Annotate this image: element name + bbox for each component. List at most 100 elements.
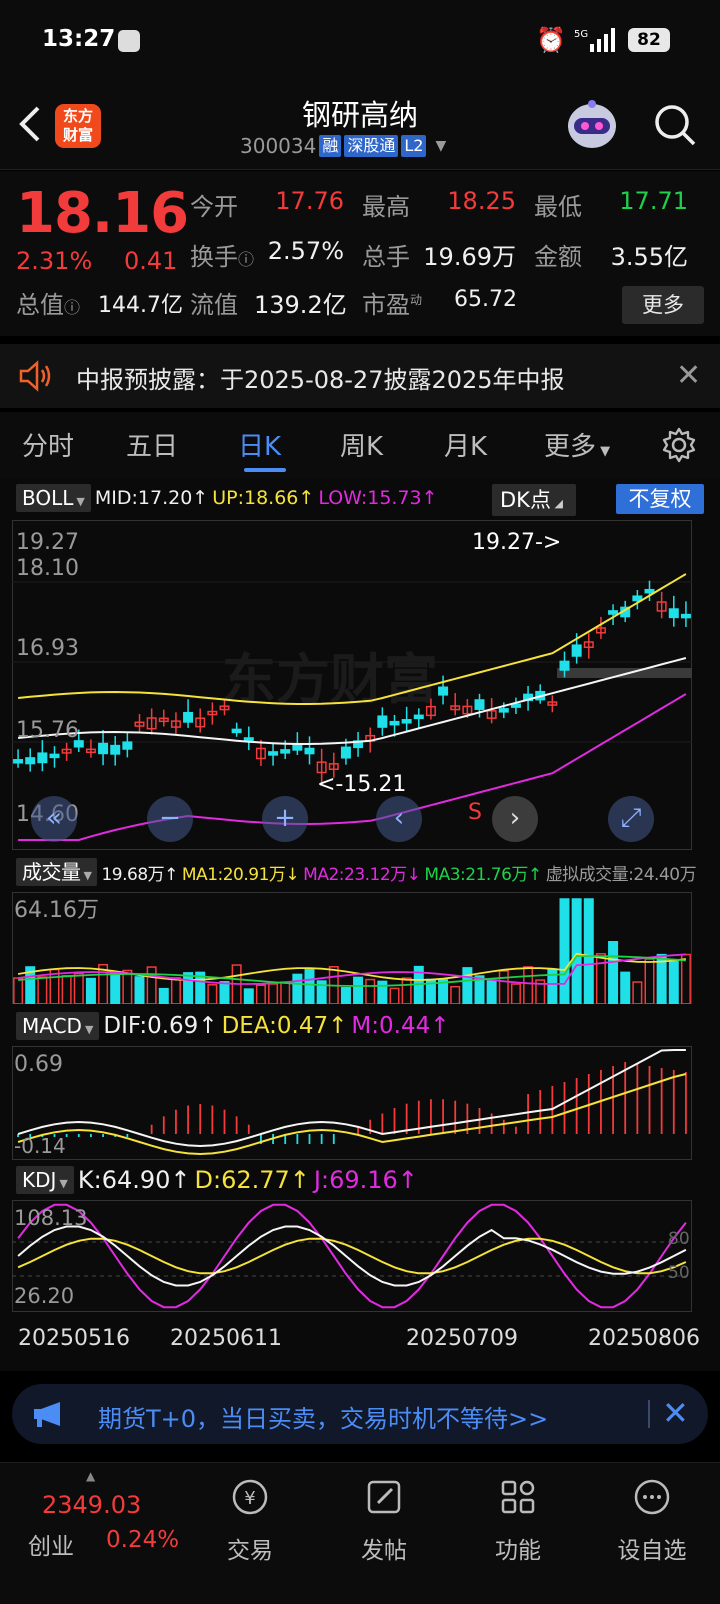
notice-bar[interactable]: 中报预披露：于2025-08-27披露2025年中报 ✕ — [0, 344, 720, 408]
price-band-marker — [557, 668, 692, 678]
volume-bar — [219, 981, 230, 1004]
dk-point-button[interactable]: DK点 ◢ — [492, 484, 576, 516]
period-tabs: 分时 五日 日K 周K 月K 更多 ▼ — [0, 412, 720, 478]
max-price-mark: 19.27-> — [472, 530, 561, 555]
volume-chart[interactable]: 64.16万 — [12, 892, 692, 1004]
kdj-y-bottom: 26.20 — [14, 1284, 74, 1308]
search-icon[interactable] — [652, 102, 698, 148]
stock-code-row[interactable]: 300034 融 深股通 L2 ▼ — [240, 134, 446, 158]
tab-intraday[interactable]: 分时 — [22, 426, 74, 463]
kdj-k: K:64.90↑ — [77, 1166, 191, 1194]
tab-more[interactable]: 更多 ▼ — [544, 426, 610, 463]
boll-indicator-select[interactable]: BOLL ▼ — [16, 484, 91, 512]
low-value: 17.71 — [619, 187, 688, 215]
open-label: 今开 — [190, 193, 238, 221]
volume-bar — [304, 967, 315, 1004]
kdj-indicator-select[interactable]: KDJ ▼ — [16, 1166, 74, 1194]
promo-banner[interactable]: 期货T+0，当日买卖，交易时机不等待>> ✕ — [12, 1384, 708, 1444]
more-quote-button[interactable]: 更多 — [622, 286, 704, 324]
nav-watchlist[interactable]: 设自选 — [602, 1477, 702, 1565]
volume-bar — [559, 898, 570, 1004]
boll-legend: BOLL ▼ MID:17.20↑ UP:18.66↑ LOW:15.73↑ — [16, 484, 438, 512]
volume-bar — [486, 980, 497, 1004]
info-icon[interactable]: ⓘ — [64, 298, 80, 317]
notice-text: 中报预披露：于2025-08-27披露2025年中报 — [76, 366, 565, 394]
mktcap-label-text: 总值 — [16, 291, 64, 319]
kdj-ref-50: 50 — [668, 1263, 690, 1283]
tab-five-day[interactable]: 五日 — [126, 426, 178, 463]
date-label-4: 20250806 — [588, 1326, 700, 1351]
network-type: 5G — [574, 29, 588, 40]
low-label: 最低 — [534, 193, 582, 221]
y-label-2: 18.10 — [16, 556, 79, 581]
eastmoney-logo[interactable]: 东方 财富 — [55, 104, 101, 148]
volume-current: 19.68万↑ — [101, 864, 178, 885]
no-adjust-button[interactable]: 不复权 — [616, 484, 704, 514]
index-change: 0.24% — [106, 1527, 180, 1553]
zoom-in-icon[interactable]: + — [262, 796, 308, 842]
fullscreen-icon[interactable]: ⤢ — [608, 796, 654, 842]
robot-assistant-icon[interactable] — [562, 96, 622, 154]
virtual-volume: 虚拟成交量:24.40万 — [545, 864, 697, 885]
candle-body — [110, 744, 121, 755]
nav-post[interactable]: 发帖 — [334, 1477, 434, 1565]
index-name[interactable]: 创业 — [28, 1527, 74, 1561]
banner-divider — [648, 1400, 650, 1428]
volume-bar — [243, 988, 254, 1004]
volume-select-label: 成交量 — [22, 860, 81, 884]
turnover-value: 2.57% — [267, 237, 344, 265]
kdj-chart[interactable]: 108.13 26.20 80 50 — [12, 1200, 692, 1312]
l2-tag: L2 — [401, 135, 427, 157]
candle-body — [340, 746, 351, 759]
logo-line2: 财富 — [62, 126, 93, 144]
caret-down-icon: ▼ — [84, 1023, 94, 1036]
volume-bar — [340, 987, 351, 1004]
volume-bar — [620, 971, 631, 1004]
zoom-out-icon[interactable]: − — [147, 796, 193, 842]
kline-chart[interactable]: 东方财富 19.27 18.10 16.93 15.76 14.60 19.27… — [12, 520, 692, 850]
kdj-ref-80: 80 — [668, 1229, 690, 1249]
margin-tag: 融 — [319, 135, 342, 157]
tab-weekly-k[interactable]: 周K — [340, 426, 383, 463]
scroll-right-icon[interactable]: › — [492, 796, 538, 842]
tab-daily-k[interactable]: 日K — [238, 426, 281, 463]
trade-icon: ¥ — [232, 1479, 268, 1515]
nav-functions[interactable]: 功能 — [468, 1477, 568, 1565]
y-label-4: 15.76 — [16, 718, 79, 743]
candle-body — [231, 728, 242, 734]
candle-body — [401, 719, 412, 724]
candle-body — [608, 610, 619, 615]
scroll-left-icon[interactable]: ‹ — [376, 796, 422, 842]
macd-chart[interactable]: 0.69 -0.14 — [12, 1046, 692, 1160]
index-value[interactable]: 2349.03 — [42, 1491, 141, 1519]
back-icon[interactable] — [16, 102, 46, 146]
volume-indicator-select[interactable]: 成交量 ▼ — [16, 858, 98, 886]
speaker-icon — [19, 360, 51, 392]
active-tab-underline — [244, 468, 286, 472]
candle-body — [413, 714, 424, 720]
date-label-2: 20250611 — [170, 1326, 282, 1351]
volume-bar — [183, 972, 194, 1004]
nav-trade[interactable]: ¥ 交易 — [200, 1477, 300, 1565]
close-icon[interactable]: ✕ — [662, 1394, 689, 1432]
gear-icon[interactable] — [660, 426, 698, 464]
bottom-nav: ▲ 2349.03 创业 0.24% ¥ 交易 发帖 功能 设自选 — [0, 1462, 720, 1604]
macd-y-bottom: -0.14 — [14, 1134, 66, 1158]
y-label-1: 19.27 — [16, 530, 79, 555]
macd-m: M:0.44↑ — [351, 1013, 450, 1039]
apps-icon — [501, 1480, 535, 1514]
info-icon[interactable]: ⓘ — [238, 250, 254, 269]
banner-text: 期货T+0，当日买卖，交易时机不等待>> — [98, 1405, 549, 1433]
candle-body — [98, 742, 109, 755]
kdj-d: D:62.77↑ — [194, 1166, 310, 1194]
amount-label: 金额 — [534, 243, 582, 271]
tab-monthly-k[interactable]: 月K — [444, 426, 487, 463]
kdj-legend: KDJ ▼ K:64.90↑ D:62.77↑ J:69.16↑ — [16, 1166, 418, 1194]
macd-y-top: 0.69 — [14, 1052, 63, 1077]
pe-value: 65.72 — [454, 287, 517, 312]
close-icon[interactable]: ✕ — [676, 358, 701, 393]
float-value: 139.2亿 — [254, 291, 347, 319]
scroll-left-fast-icon[interactable]: « — [31, 796, 77, 842]
macd-indicator-select[interactable]: MACD ▼ — [16, 1012, 100, 1040]
chevron-down-icon[interactable]: ▼ — [435, 138, 446, 154]
